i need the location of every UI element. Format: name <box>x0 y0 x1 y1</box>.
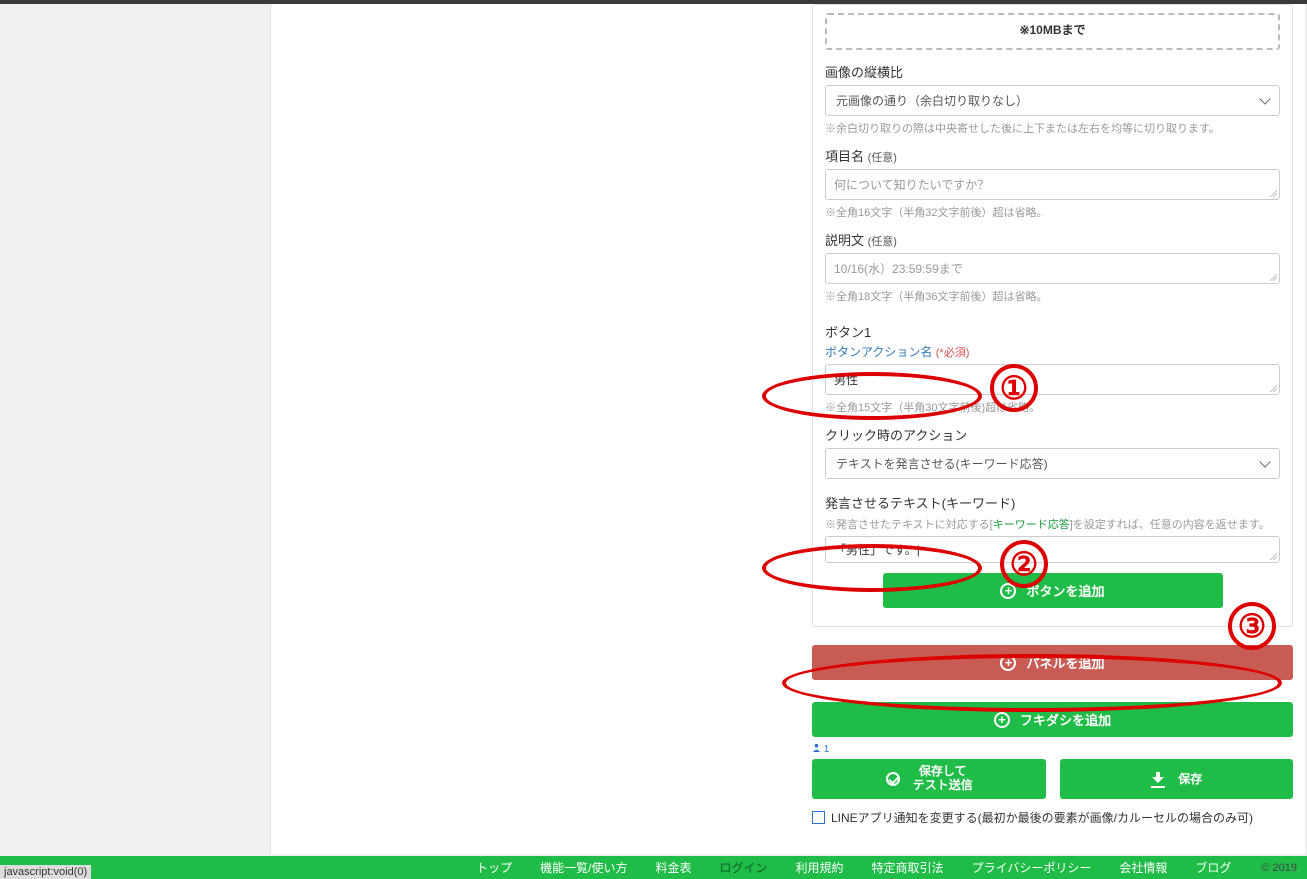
footer-link[interactable]: 利用規約 <box>796 859 844 876</box>
aspect-help: ※余白切り取りの際は中央寄せした後に上下または左右を均等に切り取ります。 <box>825 120 1280 136</box>
status-bar: javascript:void(0) <box>0 865 91 879</box>
keyword-link[interactable]: キーワード応答 <box>993 519 1070 531</box>
line-notify-checkbox-row[interactable]: LINEアプリ通知を変更する(最初か最後の要素が画像/カルーセルの場合のみ可) <box>812 809 1293 826</box>
footer-nav: トップ 機能一覧/使い方 料金表 ログイン 利用規約 特定商取引法 プライバシー… <box>0 856 1307 879</box>
resize-handle-icon[interactable] <box>1269 273 1277 281</box>
footer-link-login[interactable]: ログイン <box>720 859 768 876</box>
add-bubble-button[interactable]: + フキダシを追加 <box>812 702 1293 737</box>
description-help: ※全角18文字（半角36文字前後）超は省略。 <box>825 288 1280 304</box>
item-name-help: ※全角16文字（半角32文字前後）超は省略。 <box>825 204 1280 220</box>
copyright: © 2019 <box>1261 862 1297 874</box>
action-name-help: ※全角15文字（半角30文字前後)超は省略。 <box>825 399 1280 415</box>
footer-link[interactable]: 特定商取引法 <box>872 859 944 876</box>
panel-card: ※10MBまで 画像の縦横比 元画像の通り（余白切り取りなし） ※余白切り取りの… <box>812 4 1293 627</box>
action-name-input[interactable]: 男性 <box>825 364 1280 395</box>
save-test-label: 保存してテスト送信 <box>913 765 973 793</box>
description-label: 説明文 (任意) <box>825 230 1280 249</box>
aspect-ratio-select[interactable]: 元画像の通り（余白切り取りなし） <box>825 85 1280 116</box>
footer-link[interactable]: 機能一覧/使い方 <box>540 859 627 876</box>
button1-title: ボタン1 <box>825 322 1280 341</box>
click-action-select[interactable]: テキストを発言させる(キーワード応答) <box>825 448 1280 479</box>
content-placeholder <box>270 4 800 854</box>
speak-text-label: 発言させるテキスト(キーワード) <box>825 493 1280 512</box>
download-icon <box>1151 772 1165 786</box>
footer-link[interactable]: ブログ <box>1195 859 1231 876</box>
plus-icon: + <box>1000 583 1016 599</box>
item-name-input[interactable]: 何について知りたいですか？ <box>825 169 1280 200</box>
left-sidebar <box>0 4 270 854</box>
resize-handle-icon[interactable] <box>1269 552 1277 560</box>
upload-size-note: ※10MBまで <box>1019 23 1085 37</box>
checkbox-icon[interactable] <box>812 811 825 824</box>
user-icon <box>812 743 821 752</box>
people-count: 1 <box>812 743 1293 755</box>
description-input[interactable]: 10/16(水）23:59:59まで <box>825 253 1280 284</box>
save-button[interactable]: 保存 <box>1060 759 1294 799</box>
plus-icon: + <box>994 712 1010 728</box>
resize-handle-icon[interactable] <box>1269 189 1277 197</box>
chevron-down-icon <box>1259 93 1270 104</box>
check-icon <box>886 772 900 786</box>
chevron-down-icon <box>1259 456 1270 467</box>
resize-handle-icon[interactable] <box>1269 384 1277 392</box>
add-button-button[interactable]: + ボタンを追加 <box>883 573 1223 608</box>
speak-text-input[interactable]: 「男性」です。| <box>825 536 1280 563</box>
image-upload-zone[interactable]: ※10MBまで <box>825 13 1280 50</box>
footer-link[interactable]: 会社情報 <box>1119 859 1167 876</box>
aspect-ratio-label: 画像の縦横比 <box>825 62 1280 81</box>
footer-link[interactable]: トップ <box>476 859 512 876</box>
settings-panel: ※10MBまで 画像の縦横比 元画像の通り（余白切り取りなし） ※余白切り取りの… <box>800 4 1305 854</box>
footer-link[interactable]: プライバシーポリシー <box>972 859 1092 876</box>
footer-link[interactable]: 料金表 <box>656 859 692 876</box>
save-and-test-button[interactable]: 保存してテスト送信 <box>812 759 1046 799</box>
click-action-label: クリック時のアクション <box>825 425 1280 444</box>
item-name-label: 項目名 (任意) <box>825 146 1280 165</box>
speak-text-help: ※発言させたテキストに対応する[キーワード応答]を設定すれば、任意の内容を返せま… <box>825 516 1280 532</box>
add-panel-button[interactable]: + パネルを追加 <box>812 645 1293 680</box>
action-name-label: ボタンアクション名 (*必須) <box>825 343 1280 360</box>
plus-icon: + <box>1000 655 1016 671</box>
